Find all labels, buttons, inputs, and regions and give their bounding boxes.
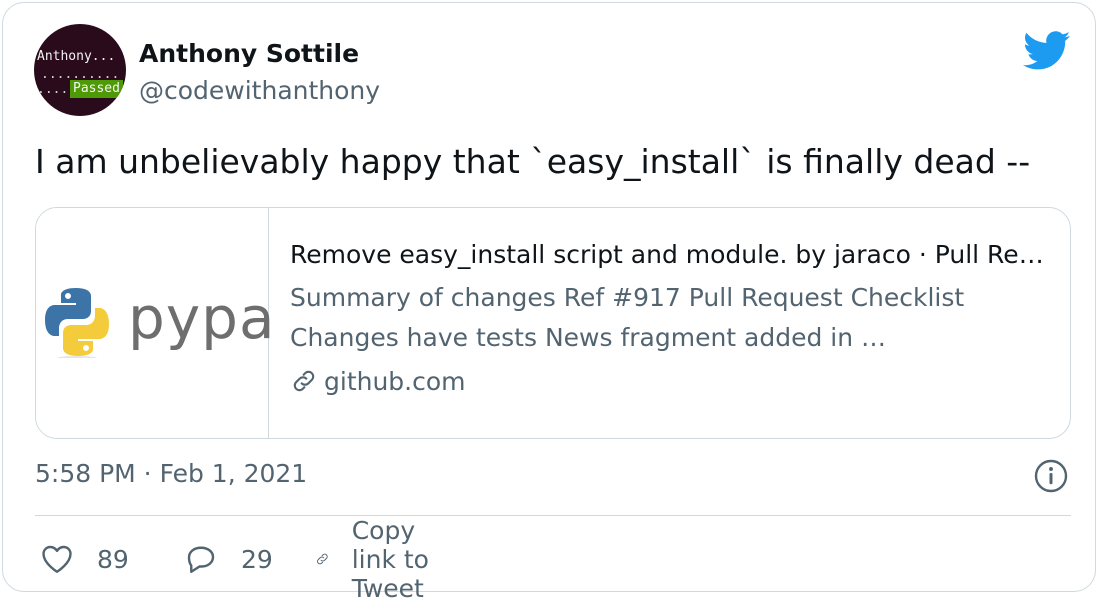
python-logo-icon [45, 288, 109, 358]
link-icon [293, 370, 315, 392]
author-name[interactable]: Anthony Sottile [139, 39, 359, 68]
link-icon [317, 553, 328, 565]
card-domain-text: github.com [324, 366, 466, 396]
card-desc-line2: Changes have tests News fragment added i… [290, 323, 887, 352]
tweet-timestamp[interactable]: 5:58 PM · Feb 1, 2021 [35, 459, 307, 488]
copy-link-label: Copy link to Tweet [351, 515, 429, 603]
heart-icon [42, 545, 72, 573]
info-icon[interactable] [1033, 458, 1069, 494]
link-card[interactable]: pypa Remove easy_install script and modu… [35, 207, 1071, 439]
reply-count: 29 [241, 544, 273, 574]
tweet-text: I am unbelievably happy that `easy_insta… [35, 142, 1031, 181]
card-description: Summary of changes Ref #917 Pull Request… [290, 278, 1050, 358]
card-title[interactable]: Remove easy_install script and module. b… [290, 238, 1050, 272]
avatar[interactable]: Anthony... .......... .... Passed [34, 24, 126, 116]
like-button[interactable]: 89 [39, 537, 129, 581]
divider [35, 515, 1071, 516]
card-thumb-text: pypa [128, 284, 276, 352]
avatar-line1: Anthony... [37, 49, 116, 64]
reply-icon [187, 546, 215, 573]
card-thumbnail: pypa [36, 208, 275, 438]
card-desc-line1: Summary of changes Ref #917 Pull Request… [290, 283, 965, 312]
author-handle[interactable]: @codewithanthony [139, 76, 380, 105]
reply-button[interactable]: 29 [183, 537, 273, 581]
avatar-badge: Passed [70, 80, 123, 98]
avatar-line3: .... [37, 82, 69, 97]
twitter-bird-icon[interactable] [1023, 31, 1071, 71]
card-domain[interactable]: github.com [290, 364, 1050, 398]
tweet-card[interactable]: Anthony... .......... .... Passed Anthon… [2, 2, 1096, 603]
like-count: 89 [97, 544, 129, 574]
card-info: Remove easy_install script and module. b… [290, 238, 1050, 398]
copy-link-button[interactable]: Copy link to Tweet [315, 516, 445, 603]
